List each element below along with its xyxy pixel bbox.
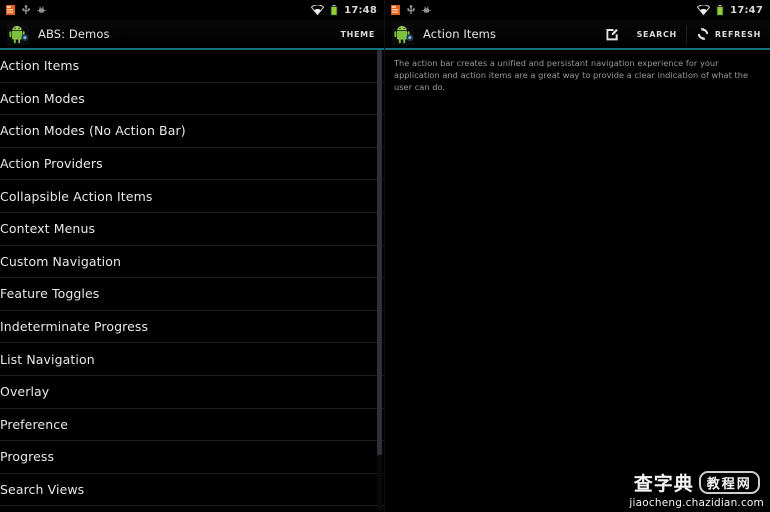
list-item[interactable]: Action Modes (No Action Bar) (0, 115, 384, 148)
watermark-row: 查字典 教程网 (634, 469, 760, 496)
list-item[interactable]: Action Modes (0, 82, 384, 116)
list-item[interactable]: Custom Navigation (0, 245, 384, 279)
search-button[interactable]: SEARCH (628, 20, 686, 48)
detail-description: The action bar creates a unified and per… (394, 58, 749, 92)
right-action-bar: Action Items SEARCH REFRESH (385, 20, 770, 50)
refresh-button-label: REFRESH (714, 29, 761, 39)
wifi-icon (310, 4, 325, 16)
list-item-label: Preference (0, 416, 69, 432)
list-item[interactable]: List Navigation (0, 343, 384, 376)
usb-icon (22, 5, 30, 15)
list-item-label: Custom Navigation (0, 253, 121, 269)
page-title: Action Items (423, 27, 497, 41)
list-item-label: Search Views (0, 482, 85, 498)
list-item-label: Feature Toggles (0, 286, 100, 302)
list-item-label: List Navigation (0, 351, 95, 367)
list-item[interactable]: Action Providers (0, 147, 384, 181)
watermark: 查字典 教程网 jiaocheng.chazidian.com (629, 469, 764, 509)
status-icons-left (6, 5, 46, 15)
list-item[interactable]: Overlay (0, 375, 384, 409)
list-item[interactable]: Feature Toggles (0, 278, 384, 311)
left-panel: 17:48 ABS: Demos THEME Action Items Acti… (0, 0, 385, 512)
right-action-bar-actions: SEARCH REFRESH (596, 20, 770, 48)
theme-button-label: THEME (340, 29, 375, 39)
status-time: 17:48 (344, 4, 377, 16)
status-icons-right: 17:48 (310, 0, 377, 20)
list-item-label: Action Modes (No Action Bar) (0, 123, 186, 139)
list-item-label: Overlay (0, 384, 50, 400)
list-item-label: Action Modes (0, 90, 85, 106)
theme-button[interactable]: THEME (331, 20, 384, 48)
left-status-bar: 17:48 (0, 0, 384, 20)
page-title: ABS: Demos (38, 27, 110, 41)
notification-icon (391, 5, 400, 15)
list-item[interactable]: Preference (0, 408, 384, 442)
right-panel: 17:47 Action Items SEARCH REFRESH The ac… (385, 0, 770, 512)
wifi-icon (696, 4, 711, 16)
watermark-url: jiaocheng.chazidian.com (629, 497, 764, 509)
list-item[interactable]: Collapsible Action Items (0, 180, 384, 213)
battery-icon (716, 4, 724, 16)
compose-icon (605, 27, 619, 41)
debug-icon (37, 6, 46, 15)
watermark-badge: 教程网 (698, 471, 760, 494)
android-robot-icon[interactable] (7, 23, 29, 45)
left-action-bar-actions: THEME (331, 20, 384, 48)
list-item[interactable]: Action Items (0, 50, 384, 83)
list-item-label: Indeterminate Progress (0, 319, 149, 335)
status-icons-right: 17:47 (696, 0, 763, 20)
battery-icon (330, 4, 338, 16)
status-icons-left (391, 5, 431, 15)
list-item-label: Progress (0, 449, 55, 465)
watermark-brand: 查字典 (633, 473, 694, 495)
detail-content: The action bar creates a unified and per… (385, 50, 770, 94)
list-item[interactable]: Context Menus (0, 212, 384, 246)
compose-button[interactable] (596, 20, 628, 48)
list-item[interactable]: Progress (0, 441, 384, 474)
debug-icon (422, 6, 431, 15)
list-item[interactable]: Indeterminate Progress (0, 310, 384, 344)
list-item-label: Context Menus (0, 221, 96, 237)
refresh-button[interactable]: REFRESH (687, 20, 770, 48)
android-robot-icon[interactable] (392, 23, 414, 45)
app-screen: 17:48 ABS: Demos THEME Action Items Acti… (0, 0, 770, 512)
search-button-label: SEARCH (636, 29, 677, 39)
list-scrollbar-thumb[interactable] (377, 50, 382, 455)
list-item[interactable]: Search Views (0, 473, 384, 507)
left-action-bar: ABS: Demos THEME (0, 20, 384, 50)
list-item-label: Action Providers (0, 156, 103, 172)
demo-list[interactable]: Action Items Action Modes Action Modes (… (0, 50, 384, 510)
usb-icon (407, 5, 415, 15)
notification-icon (6, 5, 15, 15)
refresh-icon (696, 27, 710, 41)
list-item-label: Action Items (0, 58, 80, 74)
list-item-label: Collapsible Action Items (0, 188, 153, 204)
right-status-bar: 17:47 (385, 0, 770, 20)
status-time: 17:47 (730, 4, 763, 16)
